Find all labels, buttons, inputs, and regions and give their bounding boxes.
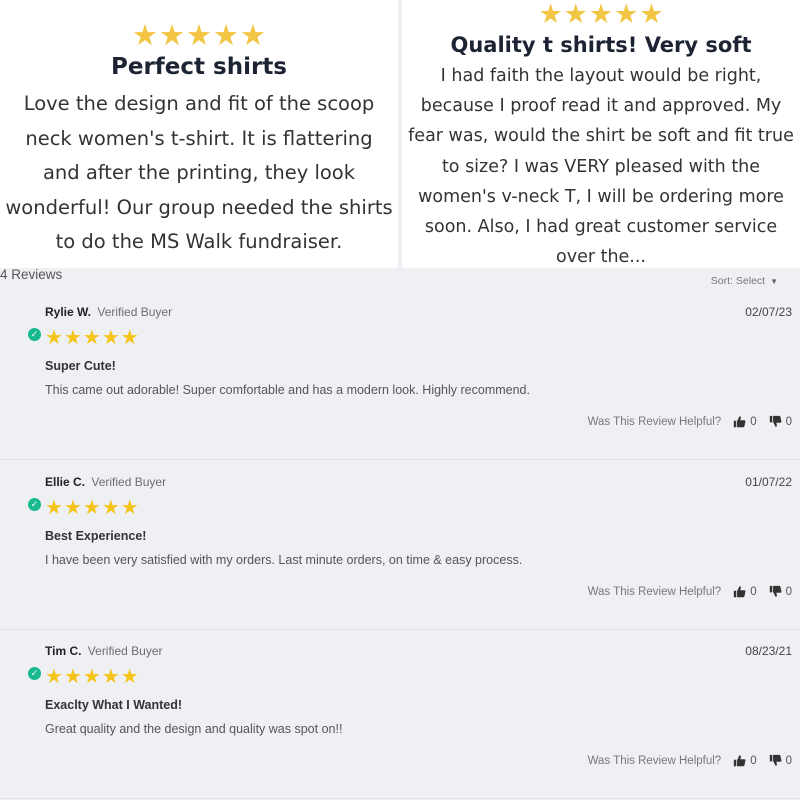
review-body: Great quality and the design and quality… <box>45 722 343 736</box>
review-item: Ellie C. Verified Buyer 01/07/22 ✓ ★ ★ ★… <box>0 462 800 630</box>
star-icon: ★ <box>614 0 639 30</box>
helpful-label: Was This Review Helpful? <box>587 754 722 767</box>
review-item: Tim C. Verified Buyer 08/23/21 ✓ ★ ★ ★ ★… <box>0 631 800 799</box>
star-icon: ★ <box>120 327 139 349</box>
review-date: 02/07/23 <box>745 305 792 319</box>
featured-review-card-1: ★ ★ ★ ★ ★ Perfect shirts Love the design… <box>0 0 398 268</box>
thumbs-up-icon <box>734 755 746 767</box>
star-icon: ★ <box>132 18 158 52</box>
review-author: Rylie W. <box>45 305 92 319</box>
star-icon: ★ <box>101 666 120 688</box>
featured-review-card-2: ★ ★ ★ ★ ★ Quality t shirts! Very soft I … <box>402 0 800 268</box>
star-icon: ★ <box>120 666 139 688</box>
star-icon: ★ <box>101 327 120 349</box>
review-rating-stars: ★ ★ ★ ★ ★ <box>45 327 139 349</box>
thumbs-down-icon <box>769 585 782 597</box>
featured-rating-stars: ★ ★ ★ ★ ★ <box>132 18 266 52</box>
star-icon: ★ <box>538 0 563 30</box>
helpful-row: Was This Review Helpful? 0 0 <box>588 585 792 598</box>
thumbs-down-button[interactable]: 0 <box>769 754 792 767</box>
thumbs-up-count: 0 <box>750 585 757 598</box>
review-date: 01/07/22 <box>745 475 792 489</box>
star-icon: ★ <box>82 497 101 519</box>
featured-review-title: Perfect shirts <box>110 54 287 80</box>
review-title: Exaclty What I Wanted! <box>45 698 183 712</box>
star-icon: ★ <box>186 18 212 52</box>
helpful-label: Was This Review Helpful? <box>587 415 722 428</box>
thumbs-up-icon <box>734 586 746 598</box>
thumbs-up-count: 0 <box>750 754 757 767</box>
verified-check-icon: ✓ <box>28 498 41 511</box>
star-icon: ★ <box>82 666 101 688</box>
review-author: Tim C. <box>45 644 82 658</box>
thumbs-down-count: 0 <box>785 585 792 598</box>
helpful-row: Was This Review Helpful? 0 0 <box>588 754 792 767</box>
star-icon: ★ <box>120 497 139 519</box>
review-body: This came out adorable! Super comfortabl… <box>45 383 530 397</box>
thumbs-up-button[interactable]: 0 <box>733 415 757 428</box>
thumbs-down-button[interactable]: 0 <box>769 415 792 428</box>
sort-dropdown[interactable]: Sort: Select ▼ <box>711 275 778 287</box>
thumbs-up-button[interactable]: 0 <box>733 585 757 598</box>
review-author-row: Rylie W. Verified Buyer <box>45 305 172 319</box>
star-icon: ★ <box>240 18 266 52</box>
featured-review-body: Love the design and fit of the scoop nec… <box>5 92 393 253</box>
thumbs-down-count: 0 <box>785 754 792 767</box>
review-title: Best Experience! <box>45 529 147 543</box>
helpful-row: Was This Review Helpful? 0 0 <box>588 415 792 428</box>
sort-label: Sort: Select <box>710 275 766 287</box>
review-rating-stars: ★ ★ ★ ★ ★ <box>45 666 139 688</box>
review-title: Super Cute! <box>45 359 116 373</box>
verified-buyer-label: Verified Buyer <box>87 644 163 658</box>
verified-buyer-label: Verified Buyer <box>91 475 167 489</box>
review-body: I have been very satisfied with my order… <box>45 553 523 567</box>
thumbs-up-icon <box>734 416 746 428</box>
star-icon: ★ <box>563 0 588 30</box>
review-author-row: Ellie C. Verified Buyer <box>45 475 166 489</box>
review-author: Ellie C. <box>45 475 86 489</box>
star-icon: ★ <box>63 327 82 349</box>
thumbs-down-count: 0 <box>785 415 792 428</box>
verified-check-icon: ✓ <box>28 328 41 341</box>
reviews-count: 4 Reviews <box>0 267 63 282</box>
thumbs-down-icon <box>769 415 782 427</box>
star-icon: ★ <box>45 666 63 688</box>
thumbs-up-count: 0 <box>750 415 757 428</box>
star-icon: ★ <box>63 497 82 519</box>
star-icon: ★ <box>82 327 101 349</box>
review-date: 08/23/21 <box>745 644 792 658</box>
star-icon: ★ <box>213 18 239 52</box>
helpful-label: Was This Review Helpful? <box>587 585 722 598</box>
verified-buyer-label: Verified Buyer <box>97 305 173 319</box>
star-icon: ★ <box>588 0 614 30</box>
caret-down-icon: ▼ <box>770 276 778 286</box>
review-rating-stars: ★ ★ ★ ★ ★ <box>45 497 139 519</box>
star-icon: ★ <box>63 666 82 688</box>
thumbs-up-button[interactable]: 0 <box>733 754 757 767</box>
featured-rating-stars: ★ ★ ★ ★ ★ <box>538 0 664 30</box>
star-icon: ★ <box>45 327 63 349</box>
star-icon: ★ <box>159 18 185 52</box>
star-icon: ★ <box>45 497 63 519</box>
star-icon: ★ <box>639 0 664 30</box>
review-item: Rylie W. Verified Buyer 02/07/23 ✓ ★ ★ ★… <box>0 292 800 460</box>
star-icon: ★ <box>101 497 120 519</box>
thumbs-down-icon <box>769 754 782 766</box>
featured-review-title: Quality t shirts! Very soft <box>450 33 752 57</box>
thumbs-down-button[interactable]: 0 <box>769 585 792 598</box>
verified-check-icon: ✓ <box>28 667 41 680</box>
review-author-row: Tim C. Verified Buyer <box>45 644 163 658</box>
featured-review-body: I had faith the layout would be right, b… <box>408 66 794 268</box>
